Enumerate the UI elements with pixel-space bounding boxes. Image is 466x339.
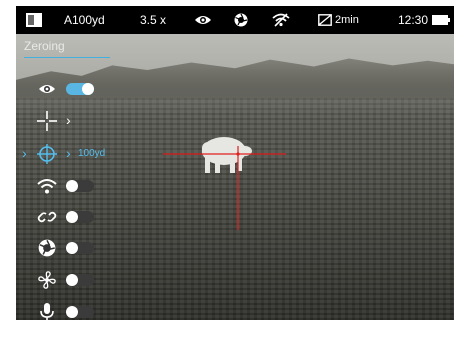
link-icon (36, 206, 58, 228)
display-off-timer-label: 2min (335, 14, 359, 26)
status-bar: A100yd 3.5 x 2min 12:30 (16, 6, 454, 34)
chevron-right-icon: › (66, 112, 71, 128)
shutter-toggle[interactable] (66, 242, 94, 254)
display-off-timer-icon (318, 14, 332, 26)
wifi-off-icon (272, 6, 290, 34)
zoom-level: 3.5 x (140, 13, 167, 27)
profile-label: A100yd (64, 13, 105, 27)
wifi-toggle[interactable] (66, 180, 94, 192)
clock-label: 12:30 (398, 13, 429, 27)
thermal-viewfinder: A100yd 3.5 x 2min 12:30 Zeroing › › › 10… (16, 6, 454, 320)
microphone-icon (36, 301, 58, 320)
wifi-icon (36, 175, 58, 197)
menu-title-underline (24, 57, 110, 58)
battery-icon (432, 15, 451, 25)
link-toggle[interactable] (66, 211, 94, 223)
menu-title: Zeroing (24, 39, 65, 53)
shutter-icon (36, 237, 58, 259)
target-icon (36, 143, 58, 165)
zeroing-distance-value: 100yd (78, 148, 106, 159)
eye-icon (36, 78, 58, 100)
fan-toggle[interactable] (66, 274, 94, 286)
eye-icon (194, 6, 212, 34)
shutter-icon (234, 6, 248, 34)
crosshair-icon (36, 110, 58, 132)
fan-icon (36, 269, 58, 291)
red-crosshair-reticle (163, 146, 286, 230)
microphone-toggle[interactable] (66, 306, 94, 318)
chevron-right-icon: › (66, 145, 71, 161)
selection-chevron-icon: › (22, 145, 27, 161)
display-toggle[interactable] (66, 83, 94, 95)
display-mode-icon (26, 13, 42, 27)
